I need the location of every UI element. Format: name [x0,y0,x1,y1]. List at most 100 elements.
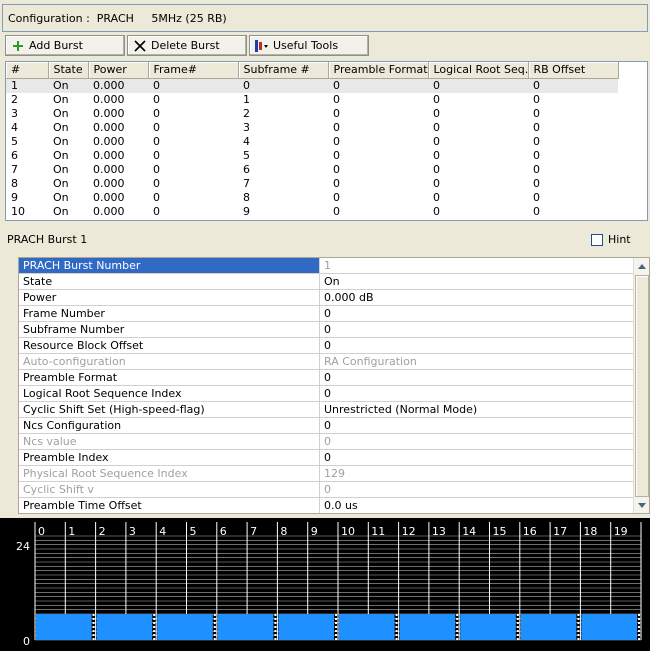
add-burst-button[interactable]: Add Burst [5,35,125,56]
burst-bar [278,614,334,640]
hint-checkbox[interactable]: Hint [591,233,631,246]
property-value[interactable]: 0 [320,370,649,385]
table-cell: 0.000 [93,134,125,148]
table-row[interactable]: 10 On 0.000 0 9 0 0 0 [6,205,618,219]
property-row[interactable]: State On [19,274,649,290]
property-row[interactable]: Ncs Configuration 0 [19,418,649,434]
subframe-chart-svg: 0 1 2 3 4 5 6 7 8 9 10 11 12 13 14 15 16 17 18 19240 [16,522,642,648]
hint-checkbox-box[interactable] [591,233,603,246]
property-row[interactable]: Preamble Format 0 [19,370,649,386]
table-cell: 6 [243,162,250,176]
table-cell: 0.000 [93,92,125,106]
y-tick-label: 0 [23,635,30,648]
property-value[interactable]: 0 [320,306,649,321]
x-tick-label: 19 [614,525,628,538]
property-scrollbar[interactable] [633,258,649,513]
x-tick-label: 7 [250,525,257,538]
property-name: Ncs value [19,434,320,449]
table-cell: 5 [11,134,18,148]
column-header[interactable]: # [6,62,49,79]
configuration-bar: Configuration : PRACH 5MHz (25 RB) [2,4,648,32]
property-value[interactable]: 0 [320,386,649,401]
useful-tools-button[interactable]: Useful Tools [249,35,369,56]
property-value[interactable]: Unrestricted (Normal Mode) [320,402,649,417]
property-value[interactable]: 0.0 us [320,498,649,513]
table-row[interactable]: 9 On 0.000 0 8 0 0 0 [6,191,618,205]
property-row[interactable]: Logical Root Sequence Index 0 [19,386,649,402]
table-cell: On [53,176,69,190]
column-header[interactable]: State [48,62,89,79]
property-value[interactable]: 0 [320,418,649,433]
x-tick-label: 1 [68,525,75,538]
x-tick-label: 5 [190,525,197,538]
table-row[interactable]: 7 On 0.000 0 6 0 0 0 [6,163,618,177]
property-value: RA Configuration [324,355,417,368]
property-row: Cyclic Shift v 0 [19,482,649,498]
table-row[interactable]: 4 On 0.000 0 3 0 0 0 [6,121,618,135]
x-tick-label: 8 [280,525,287,538]
property-row[interactable]: Power 0.000 dB [19,290,649,306]
property-row[interactable]: Frame Number 0 [19,306,649,322]
delete-burst-button[interactable]: Delete Burst [127,35,247,56]
burst-bar [157,614,213,640]
scroll-down-arrow-icon[interactable] [634,497,649,513]
table-cell: 0 [333,162,340,176]
x-tick-label: 16 [523,525,537,538]
property-name: Cyclic Shift v [19,482,320,497]
table-cell: 0 [153,204,160,218]
table-body: 1 On 0.000 0 0 0 0 0 2 On 0.000 0 1 0 0 0 3 On 0.000 0 2 0 0 0 4… [6,78,618,219]
property-value: 0 [324,435,331,448]
table-cell: On [53,120,69,134]
table-row[interactable]: 3 On 0.000 0 2 0 0 0 [6,107,618,121]
table-cell: 9 [11,190,18,204]
column-header[interactable]: Subframe # [238,62,329,79]
table-cell: 0 [433,176,440,190]
scroll-thumb[interactable] [635,275,649,497]
property-row[interactable]: Preamble Index 0 [19,450,649,466]
configuration-label: Configuration : PRACH 5MHz (25 RB) [8,11,227,25]
table-row[interactable]: 2 On 0.000 0 1 0 0 0 [6,93,618,107]
property-name: PRACH Burst Number [19,258,320,273]
table-cell: 7 [11,162,18,176]
property-name: Resource Block Offset [19,338,320,353]
x-tick-label: 11 [371,525,385,538]
table-row[interactable]: 8 On 0.000 0 7 0 0 0 [6,177,618,191]
table-row[interactable]: 1 On 0.000 0 0 0 0 0 [6,78,618,93]
x-tick-label: 10 [341,525,355,538]
table-cell: 0 [153,162,160,176]
table-cell: 0 [433,120,440,134]
scroll-up-arrow-icon[interactable] [634,258,649,274]
property-value[interactable]: On [320,274,649,289]
plus-icon [10,38,26,54]
table-row[interactable]: 6 On 0.000 0 5 0 0 0 [6,149,618,163]
column-header[interactable]: Preamble Format [328,62,429,79]
table-cell: 0 [433,92,440,106]
property-row[interactable]: Cyclic Shift Set (High-speed-flag) Unrest… [19,402,649,418]
column-header[interactable]: Frame# [148,62,239,79]
table-cell: 0 [533,134,540,148]
table-cell: 2 [11,92,18,106]
table-cell: 0 [153,176,160,190]
property-row[interactable]: Preamble Time Offset 0.0 us [19,498,649,513]
table-cell: 0 [153,148,160,162]
property-value[interactable]: 0 [320,338,649,353]
table-cell: On [53,92,69,106]
column-header[interactable]: Logical Root Seq. [428,62,529,79]
column-header[interactable]: RB Offset [528,62,619,79]
property-value[interactable]: 0 [320,450,649,465]
table-cell: 8 [243,190,250,204]
property-row[interactable]: PRACH Burst Number 1 [19,258,649,274]
table-cell: 0.000 [88,78,148,93]
table-cell: 0 [533,120,540,134]
property-row[interactable]: Subframe Number 0 [19,322,649,338]
table-cell: 1 [6,78,48,93]
table-cell: 0 [533,204,540,218]
property-value[interactable]: 0.000 dB [320,290,649,305]
property-name: Preamble Time Offset [19,498,320,513]
table-cell: 0 [528,78,618,93]
property-row[interactable]: Resource Block Offset 0 [19,338,649,354]
property-value[interactable]: 0 [320,322,649,337]
table-row[interactable]: 5 On 0.000 0 4 0 0 0 [6,135,618,149]
burst-bar [520,614,577,640]
column-header[interactable]: Power [88,62,149,79]
